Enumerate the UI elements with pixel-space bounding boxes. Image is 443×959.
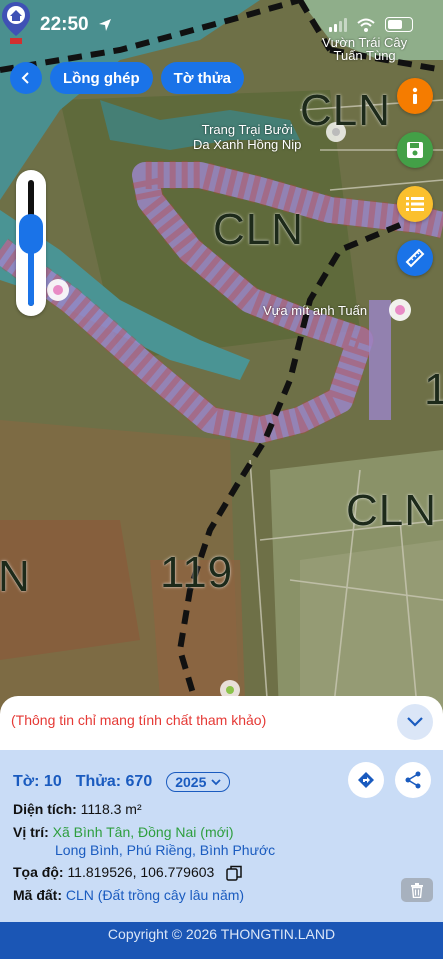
footer: Copyright © 2026 THONGTIN.LAND: [0, 922, 443, 959]
land-label-edge-12: 12: [424, 365, 443, 414]
wifi-icon: [357, 18, 375, 32]
land-label-cln-mid: CLN: [213, 205, 305, 254]
delete-button[interactable]: [401, 878, 433, 902]
parcel-number: Thửa: 670: [75, 773, 153, 790]
chevron-down-icon: [407, 717, 423, 727]
land-label-n-left: N: [0, 552, 31, 601]
battery-icon: [385, 17, 413, 32]
place-label-vua-mit: Vựa mít anh Tuấn: [263, 303, 368, 318]
collapse-button[interactable]: [397, 704, 433, 740]
list-button[interactable]: [397, 186, 433, 222]
list-icon: [406, 197, 424, 211]
land-code-label: Mã đất:: [13, 887, 62, 903]
info-button[interactable]: [397, 78, 433, 114]
location-new: Xã Bình Tân, Đồng Nai (mới): [52, 824, 234, 840]
directions-icon: [358, 772, 374, 788]
tab-to-thua[interactable]: Tờ thửa: [160, 62, 245, 94]
land-label-cln-top: CLN: [300, 86, 392, 135]
save-button[interactable]: [397, 132, 433, 168]
sheet-number: Tờ: 10: [13, 773, 62, 790]
share-button[interactable]: [395, 762, 431, 798]
share-icon: [405, 771, 421, 789]
land-label-parcel-119: 119: [160, 548, 234, 597]
place-label-trang-trai-buoi: Trang Trại Bưởi Da Xanh Hồng Nip: [193, 122, 302, 152]
coordinates-label: Tọa độ:: [13, 864, 64, 880]
copy-icon[interactable]: [226, 865, 242, 882]
year-select[interactable]: 2025: [166, 772, 231, 792]
ruler-edit-icon: [405, 248, 425, 268]
save-icon: [407, 142, 423, 158]
location-old: Long Bình, Phú Riềng, Bình Phước: [55, 842, 276, 858]
status-bar: 22:50: [0, 0, 443, 54]
status-time: 22:50: [40, 14, 89, 35]
cellular-signal-icon: [329, 17, 347, 32]
chevron-left-icon: [21, 72, 29, 84]
area-value: 1118.3 m²: [80, 801, 142, 817]
trash-icon: [411, 882, 423, 898]
area-label: Diện tích:: [13, 801, 77, 817]
chevron-down-icon: [211, 778, 222, 785]
parcel-info-panel: (Thông tin chỉ mang tính chất tham khảo)…: [0, 696, 443, 922]
land-code-value: CLN (Đất trồng cây lâu năm): [65, 887, 245, 903]
back-button[interactable]: [10, 62, 42, 94]
info-icon: [412, 87, 418, 104]
directions-button[interactable]: [348, 762, 384, 798]
tab-long-ghep[interactable]: Lồng ghép: [50, 62, 153, 94]
coordinates-value: 11.819526, 106.779603: [67, 864, 215, 880]
opacity-slider[interactable]: [16, 170, 46, 316]
land-label-cln-right: CLN: [346, 486, 438, 535]
copyright-text: Copyright © 2026 THONGTIN.LAND: [107, 926, 336, 942]
location-arrow-icon: [99, 19, 111, 31]
year-value: 2025: [175, 774, 207, 790]
parcel-details: Tờ: 10 Thửa: 670 2025 Diện tích: 1118.3 …: [0, 750, 443, 922]
location-label: Vị trí:: [13, 824, 49, 840]
map-view[interactable]: Vườn Trái Cây Tuấn Tùng Trang Trại Bưởi …: [0, 0, 443, 740]
slider-thumb[interactable]: [19, 214, 43, 255]
reference-notice: (Thông tin chỉ mang tính chất tham khảo): [11, 712, 267, 728]
measure-button[interactable]: [397, 240, 433, 276]
